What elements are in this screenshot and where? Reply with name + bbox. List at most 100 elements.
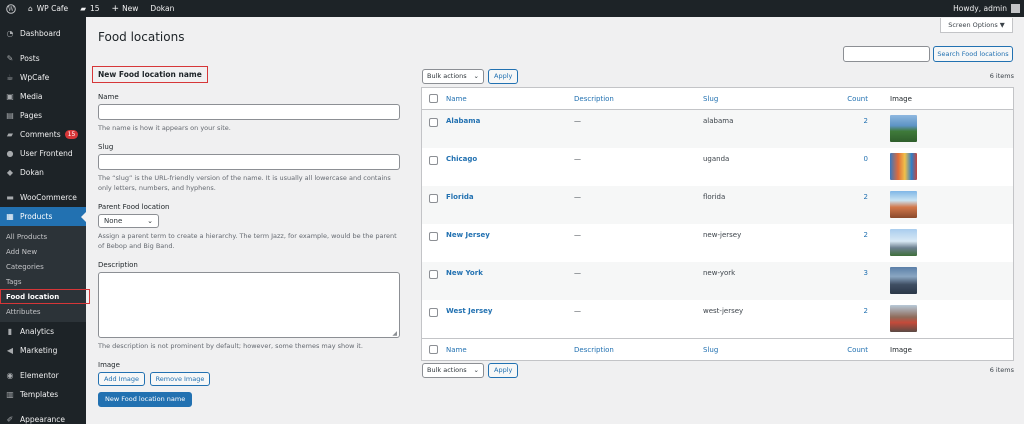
sidebar-item-posts[interactable]: ✎ Posts	[0, 49, 86, 68]
products-submenu: All Products Add New Categories Tags Foo…	[0, 226, 90, 322]
dokan-link[interactable]: Dokan	[144, 0, 180, 17]
bulk-actions-select-bottom[interactable]: Bulk actions ⌄	[422, 362, 484, 378]
name-label: Name	[98, 93, 119, 101]
new-content-link[interactable]: + New	[106, 0, 145, 17]
select-all-checkbox[interactable]	[429, 94, 438, 103]
table-row: Florida — florida 2	[422, 186, 1013, 224]
sidebar-item-appearance[interactable]: ✐ Appearance	[0, 410, 86, 424]
term-description: —	[574, 307, 581, 315]
row-checkbox[interactable]	[429, 118, 438, 127]
sidebar-item-label: Dokan	[20, 168, 44, 177]
submenu-add-new[interactable]: Add New	[0, 244, 86, 259]
term-count-link[interactable]: 2	[842, 186, 868, 224]
sidebar-item-label: Templates	[20, 390, 59, 399]
wordpress-logo-icon[interactable]: W	[0, 0, 22, 17]
name-input[interactable]	[98, 104, 400, 120]
term-slug: florida	[703, 193, 726, 201]
row-checkbox[interactable]	[429, 270, 438, 279]
apply-button[interactable]: Apply	[488, 68, 519, 84]
sidebar-item-elementor[interactable]: ◉ Elementor	[0, 366, 86, 385]
term-name-link[interactable]: New Jersey	[446, 224, 490, 262]
slug-label: Slug	[98, 143, 114, 151]
name-help: The name is how it appears on your site.	[98, 124, 231, 132]
bulk-actions-select[interactable]: Bulk actions ⌄	[422, 68, 484, 84]
sidebar-item-products[interactable]: ▦ Products	[0, 207, 86, 226]
term-name-link[interactable]: Chicago	[446, 148, 477, 186]
sidebar-item-woocommerce[interactable]: ▬ WooCommerce	[0, 188, 86, 207]
submenu-all-products[interactable]: All Products	[0, 229, 86, 244]
comments-link[interactable]: ▰ 15	[74, 0, 105, 17]
parent-select[interactable]: None ⌄	[98, 214, 159, 228]
term-count-link[interactable]: 2	[842, 224, 868, 262]
row-checkbox[interactable]	[429, 194, 438, 203]
term-count-link[interactable]: 2	[842, 300, 868, 338]
term-description: —	[574, 155, 581, 163]
account-menu[interactable]: Howdy, admin	[947, 0, 1024, 17]
column-slug-footer[interactable]: Slug	[703, 339, 718, 360]
term-name-link[interactable]: New York	[446, 262, 483, 300]
apply-button-bottom[interactable]: Apply	[488, 362, 519, 378]
sidebar-item-user-frontend[interactable]: ● User Frontend	[0, 144, 86, 163]
site-name-link[interactable]: ⌂ WP Cafe	[22, 0, 74, 17]
sidebar-item-comments[interactable]: ▰ Comments 15	[0, 125, 86, 144]
dashboard-icon: ◔	[6, 29, 14, 38]
sidebar-item-dokan[interactable]: ◆ Dokan	[0, 163, 86, 182]
admin-sidebar: ◔ Dashboard ✎ Posts ☕ WpCafe ▣ Media ▤ P…	[0, 17, 90, 424]
chevron-down-icon: ⌄	[473, 366, 479, 374]
term-name-link[interactable]: West Jersey	[446, 300, 492, 338]
screen-options-button[interactable]: Screen Options ▼	[940, 18, 1013, 33]
table-row: Chicago — uganda 0	[422, 148, 1013, 186]
sidebar-item-templates[interactable]: ▥ Templates	[0, 385, 86, 404]
submenu-attributes[interactable]: Attributes	[0, 304, 86, 319]
search-input[interactable]	[843, 46, 930, 62]
row-checkbox[interactable]	[429, 232, 438, 241]
add-term-submit-button[interactable]: New Food location name	[98, 392, 193, 407]
submenu-tags[interactable]: Tags	[0, 274, 86, 289]
elementor-icon: ◉	[6, 371, 14, 380]
term-count-link[interactable]: 0	[842, 148, 868, 186]
term-name-link[interactable]: Alabama	[446, 110, 480, 148]
row-checkbox[interactable]	[429, 156, 438, 165]
table-footer: Name Description Slug Count Image	[422, 338, 1013, 360]
term-slug: west-jersey	[703, 307, 744, 315]
term-description: —	[574, 269, 581, 277]
term-count-link[interactable]: 3	[842, 262, 868, 300]
analytics-icon: ▮	[7, 327, 13, 336]
sidebar-item-label: Dashboard	[20, 29, 61, 38]
sidebar-item-pages[interactable]: ▤ Pages	[0, 106, 86, 125]
table-header: Name Description Slug Count Image	[422, 88, 1013, 110]
sidebar-item-label: Products	[20, 212, 53, 221]
page-title: Food locations	[98, 30, 185, 44]
add-image-button[interactable]: Add Image	[98, 372, 146, 386]
slug-input[interactable]	[98, 154, 400, 170]
sidebar-item-media[interactable]: ▣ Media	[0, 87, 86, 106]
table-body: Alabama — alabama 2 Chicago — uganda 0 F…	[422, 110, 1013, 338]
resize-handle-icon[interactable]: ◢	[392, 330, 397, 337]
table-row: West Jersey — west-jersey 2	[422, 300, 1013, 338]
sidebar-item-dashboard[interactable]: ◔ Dashboard	[0, 24, 86, 43]
row-checkbox[interactable]	[429, 308, 438, 317]
description-label: Description	[98, 261, 138, 269]
term-name-link[interactable]: Florida	[446, 186, 474, 224]
column-count[interactable]: Count	[842, 88, 868, 109]
select-all-checkbox-footer[interactable]	[429, 345, 438, 354]
woocommerce-icon: ▬	[6, 193, 14, 202]
column-description[interactable]: Description	[574, 88, 614, 109]
chevron-down-icon: ⌄	[147, 217, 153, 225]
sidebar-item-analytics[interactable]: ▮ Analytics	[0, 322, 86, 341]
remove-image-button[interactable]: Remove Image	[149, 372, 211, 386]
submenu-categories[interactable]: Categories	[0, 259, 86, 274]
term-count-link[interactable]: 2	[842, 110, 868, 148]
submenu-food-location[interactable]: Food location	[0, 289, 90, 304]
column-count-footer[interactable]: Count	[842, 339, 868, 360]
column-slug[interactable]: Slug	[703, 88, 718, 109]
sidebar-item-marketing[interactable]: ◀ Marketing	[0, 341, 86, 360]
description-textarea[interactable]: ◢	[98, 272, 400, 338]
column-name-footer[interactable]: Name	[446, 339, 467, 360]
column-name[interactable]: Name	[446, 88, 467, 109]
search-button[interactable]: Search Food locations	[933, 46, 1013, 62]
column-description-footer[interactable]: Description	[574, 339, 614, 360]
image-label: Image	[98, 361, 120, 369]
sidebar-item-wpcafe[interactable]: ☕ WpCafe	[0, 68, 86, 87]
column-image-footer: Image	[890, 345, 912, 354]
